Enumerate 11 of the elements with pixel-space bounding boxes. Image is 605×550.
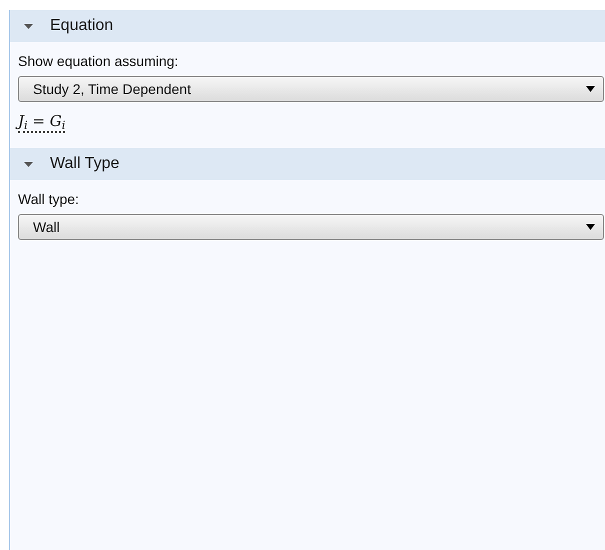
- field-label: Wall type:: [18, 190, 80, 208]
- caret-icon: [586, 86, 595, 92]
- dropdown[interactable]: Study 2, Time Dependent: [18, 76, 604, 102]
- equation: J$_{i}$ = G$_{i}$: [18, 112, 66, 133]
- collapse-triangle-icon: [24, 22, 33, 30]
- section-header[interactable]: Equation: [10, 10, 605, 42]
- section-header[interactable]: Wall Type: [10, 148, 605, 180]
- dropdown[interactable]: Wall: [18, 214, 604, 240]
- field-label: Show equation assuming:: [18, 52, 180, 70]
- collapse-triangle-icon: [24, 160, 33, 168]
- caret-icon: [586, 224, 595, 230]
